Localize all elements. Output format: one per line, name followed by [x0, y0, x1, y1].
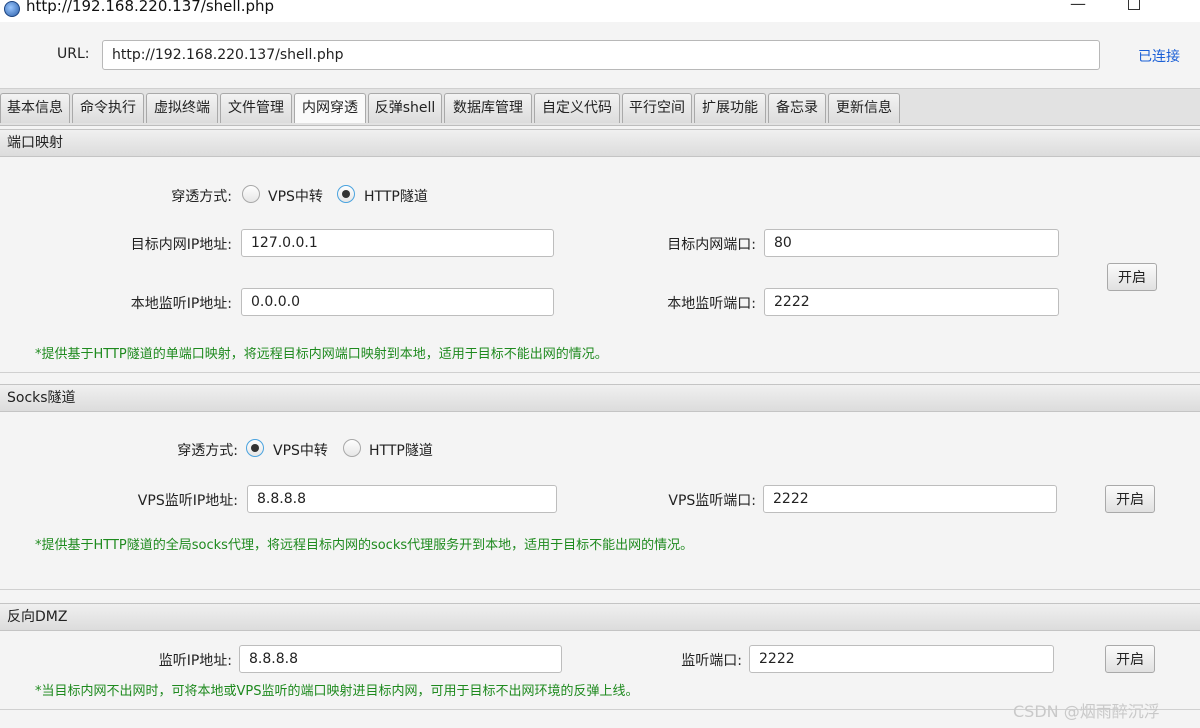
local-port-input[interactable] [764, 288, 1059, 316]
vps-port-input[interactable] [763, 485, 1057, 513]
local-ip-input[interactable] [241, 288, 554, 316]
port-mapping-radio-http-label[interactable]: HTTP隧道 [364, 186, 428, 206]
tab-bar: 基本信息 命令执行 虚拟终端 文件管理 内网穿透 反弹shell 数据库管理 自… [0, 88, 1200, 126]
tab-reverse-shell[interactable]: 反弹shell [368, 93, 442, 123]
socks-radio-http-label[interactable]: HTTP隧道 [369, 440, 433, 460]
reverse-dmz-header: 反向DMZ [0, 603, 1200, 631]
listen-ip-input[interactable] [239, 645, 562, 673]
maximize-icon[interactable] [1114, 0, 1154, 14]
port-mapping-start-button[interactable]: 开启 [1107, 263, 1157, 291]
url-label: URL: [57, 46, 90, 62]
target-port-label: 目标内网端口: [667, 237, 756, 253]
socks-tunnel-section: 穿透方式: VPS中转 HTTP隧道 VPS监听IP地址: VPS监听端口: 开… [0, 412, 1200, 590]
tab-command-exec[interactable]: 命令执行 [72, 93, 144, 123]
reverse-dmz-note: *当目标内网不出网时，可将本地或VPS监听的端口映射进目标内网，可用于目标不出网… [35, 684, 639, 699]
socks-radio-vps[interactable] [246, 439, 264, 457]
target-ip-label: 目标内网IP地址: [130, 237, 232, 253]
port-mapping-radio-vps-label[interactable]: VPS中转 [268, 186, 323, 206]
vps-ip-input[interactable] [247, 485, 557, 513]
socks-note: *提供基于HTTP隧道的全局socks代理，将远程目标内网的socks代理服务开… [35, 538, 694, 553]
reverse-dmz-start-button[interactable]: 开启 [1105, 645, 1155, 673]
listen-port-input[interactable] [749, 645, 1054, 673]
socks-mode-label: 穿透方式: [177, 443, 238, 459]
tab-extensions[interactable]: 扩展功能 [694, 93, 766, 123]
tab-basic-info[interactable]: 基本信息 [0, 93, 70, 123]
tab-virtual-terminal[interactable]: 虚拟终端 [146, 93, 218, 123]
globe-icon [4, 1, 20, 17]
tab-memo[interactable]: 备忘录 [768, 93, 826, 123]
vps-ip-label: VPS监听IP地址: [137, 493, 238, 509]
port-mapping-note: *提供基于HTTP隧道的单端口映射，将远程目标内网端口映射到本地，适用于目标不能… [35, 347, 608, 362]
port-mapping-section: 穿透方式: VPS中转 HTTP隧道 目标内网IP地址: 目标内网端口: 本地监… [0, 157, 1200, 373]
listen-ip-label: 监听IP地址: [158, 653, 232, 669]
title-bar: http://192.168.220.137/shell.php — [0, 0, 1200, 22]
tab-file-manager[interactable]: 文件管理 [220, 93, 292, 123]
port-mapping-header: 端口映射 [0, 129, 1200, 157]
vps-port-label: VPS监听端口: [668, 493, 756, 509]
tab-updates[interactable]: 更新信息 [828, 93, 900, 123]
tab-database[interactable]: 数据库管理 [444, 93, 532, 123]
port-mapping-radio-http[interactable] [337, 185, 355, 203]
socks-radio-vps-label[interactable]: VPS中转 [273, 440, 328, 460]
url-bar: URL: 已连接 [0, 22, 1200, 86]
tab-parallel-space[interactable]: 平行空间 [622, 93, 692, 123]
local-port-label: 本地监听端口: [667, 296, 756, 312]
url-input[interactable] [102, 40, 1100, 70]
port-mapping-mode-label: 穿透方式: [171, 189, 232, 205]
socks-tunnel-header: Socks隧道 [0, 384, 1200, 412]
socks-radio-http[interactable] [343, 439, 361, 457]
socks-start-button[interactable]: 开启 [1105, 485, 1155, 513]
tab-intranet-tunnel[interactable]: 内网穿透 [294, 93, 366, 123]
connection-status-link[interactable]: 已连接 [1138, 46, 1180, 66]
window-title: http://192.168.220.137/shell.php [26, 0, 275, 15]
tab-custom-code[interactable]: 自定义代码 [534, 93, 620, 123]
local-ip-label: 本地监听IP地址: [130, 296, 232, 312]
minimize-icon[interactable]: — [1058, 0, 1098, 13]
target-ip-input[interactable] [241, 229, 554, 257]
target-port-input[interactable] [764, 229, 1059, 257]
listen-port-label: 监听端口: [681, 653, 742, 669]
port-mapping-radio-vps[interactable] [242, 185, 260, 203]
watermark: CSDN @烟雨醉沉浮 [1013, 702, 1160, 721]
